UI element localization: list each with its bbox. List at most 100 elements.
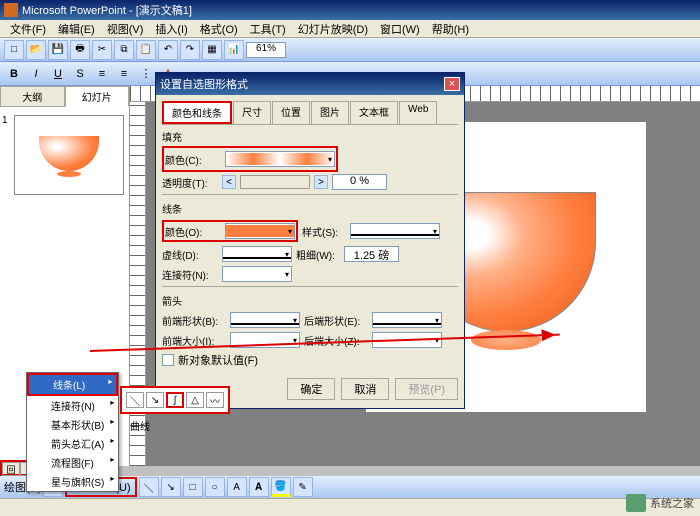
fill-color-icon[interactable]: 🪣 (271, 477, 291, 497)
label-fill-color: 颜色(C): (165, 152, 221, 167)
menu-help[interactable]: 帮助(H) (428, 20, 473, 38)
tab-slides[interactable]: 幻灯片 (65, 86, 130, 107)
menu-block-arrows[interactable]: 箭头总汇(A) (27, 434, 118, 453)
slide-number: 1 (0, 107, 10, 203)
cut-icon[interactable]: ✂ (92, 40, 112, 60)
label-begin-style: 前端形状(B): (162, 313, 226, 328)
save-icon[interactable]: 💾 (48, 40, 68, 60)
label-transparency: 透明度(T): (162, 175, 218, 190)
fill-color-combo[interactable] (225, 151, 335, 167)
copy-icon[interactable]: ⧉ (114, 40, 134, 60)
chart-icon[interactable]: 📊 (224, 40, 244, 60)
connector-combo[interactable] (222, 266, 292, 282)
watermark-icon (626, 494, 646, 512)
slider-right-icon[interactable]: > (314, 175, 328, 189)
tab-colors-lines[interactable]: 颜色和线条 (162, 101, 232, 124)
zoom-combo[interactable]: 61% (246, 42, 286, 58)
wordart-icon[interactable]: 𝐀 (249, 477, 269, 497)
align-left-icon[interactable]: ≡ (92, 65, 112, 83)
watermark: 系统之家 (626, 494, 694, 512)
curve-tool-icon[interactable]: ∫ (166, 392, 184, 408)
paste-icon[interactable]: 📋 (136, 40, 156, 60)
tab-size[interactable]: 尺寸 (233, 101, 271, 124)
label-line-color: 颜色(O): (165, 224, 221, 239)
transparency-value[interactable]: 0 % (332, 174, 387, 190)
group-fill: 填充 (162, 125, 458, 146)
tab-picture[interactable]: 图片 (311, 101, 349, 124)
open-icon[interactable]: 📂 (26, 40, 46, 60)
bowl-base-thumb (57, 171, 81, 177)
app-icon (4, 3, 18, 17)
status-bar (0, 498, 700, 516)
dash-swatch (223, 257, 291, 259)
menu-tools[interactable]: 工具(T) (246, 20, 290, 38)
preview-button[interactable]: 预览(P) (395, 378, 458, 400)
watermark-text: 系统之家 (650, 495, 694, 511)
label-end-style: 后端形状(E): (304, 313, 368, 328)
bullets-icon[interactable]: ⋮ (136, 65, 156, 83)
arrow-icon[interactable]: ↘ (161, 477, 181, 497)
tab-position[interactable]: 位置 (272, 101, 310, 124)
begin-style-combo[interactable] (230, 312, 300, 328)
undo-icon[interactable]: ↶ (158, 40, 178, 60)
new-icon[interactable]: □ (4, 40, 24, 60)
print-icon[interactable]: 🖶 (70, 40, 90, 60)
textbox-icon[interactable]: A (227, 477, 247, 497)
menu-flowchart[interactable]: 流程图(F) (27, 453, 118, 472)
oval-icon[interactable]: ○ (205, 477, 225, 497)
end-style-combo[interactable] (372, 312, 442, 328)
group-arrows: 箭头 (162, 289, 458, 310)
menu-connectors[interactable]: 连接符(N) (27, 396, 118, 415)
arrow-tool-icon[interactable]: ↘ (146, 392, 164, 408)
slider-left-icon[interactable]: < (222, 175, 236, 189)
dialog-titlebar[interactable]: 设置自选图形格式 × (156, 73, 464, 95)
tab-web[interactable]: Web (399, 101, 437, 124)
table-icon[interactable]: ▦ (202, 40, 222, 60)
tab-outline[interactable]: 大纲 (0, 86, 65, 107)
freeform-icon[interactable]: △ (186, 392, 204, 408)
menu-window[interactable]: 窗口(W) (376, 20, 424, 38)
menu-basic-shapes[interactable]: 基本形状(B) (27, 415, 118, 434)
dashed-combo[interactable] (222, 246, 292, 262)
menu-edit[interactable]: 编辑(E) (54, 20, 99, 38)
label-weight: 粗细(W): (296, 247, 340, 262)
app-title: Microsoft PowerPoint - [演示文稿1] (22, 2, 192, 18)
line-color-btn-icon[interactable]: ✎ (293, 477, 313, 497)
bold-icon[interactable]: B (4, 65, 24, 83)
line-style-combo[interactable] (350, 223, 440, 239)
menu-bar: 文件(F) 编辑(E) 视图(V) 插入(I) 格式(O) 工具(T) 幻灯片放… (0, 20, 700, 38)
menu-view[interactable]: 视图(V) (103, 20, 148, 38)
menu-stars[interactable]: 星与旗帜(S) (27, 472, 118, 491)
menu-slideshow[interactable]: 幻灯片放映(D) (294, 20, 372, 38)
close-icon[interactable]: × (444, 77, 460, 91)
transparency-slider[interactable] (240, 175, 310, 189)
scribble-icon[interactable]: 〰 (206, 392, 224, 408)
italic-icon[interactable]: I (26, 65, 46, 83)
slide-thumbnail[interactable] (14, 115, 124, 195)
weight-spinner[interactable]: 1.25 磅 (344, 246, 399, 262)
shadow-icon[interactable]: S (70, 65, 90, 83)
menu-lines[interactable]: 线条(L) (27, 373, 118, 396)
ok-button[interactable]: 确定 (287, 378, 335, 400)
line-tool-icon[interactable]: ＼ (126, 392, 144, 408)
line-icon[interactable]: ＼ (139, 477, 159, 497)
bowl-base-shape[interactable] (471, 330, 541, 350)
label-style: 样式(S): (302, 224, 346, 239)
rectangle-icon[interactable]: □ (183, 477, 203, 497)
underline-icon[interactable]: U (48, 65, 68, 83)
standard-toolbar: □ 📂 💾 🖶 ✂ ⧉ 📋 ↶ ↷ ▦ 📊 61% (0, 38, 700, 62)
label-connector: 连接符(N): (162, 267, 218, 282)
normal-view-icon[interactable]: 回 (2, 462, 20, 476)
align-center-icon[interactable]: ≡ (114, 65, 134, 83)
line-color-combo[interactable] (225, 223, 295, 239)
pane-tabs: 大纲 幻灯片 (0, 86, 129, 107)
tab-textbox[interactable]: 文本框 (350, 101, 398, 124)
redo-icon[interactable]: ↷ (180, 40, 200, 60)
menu-insert[interactable]: 插入(I) (151, 20, 191, 38)
default-checkbox[interactable] (162, 354, 174, 366)
cancel-button[interactable]: 取消 (341, 378, 389, 400)
arrow-swatch (231, 323, 299, 325)
menu-file[interactable]: 文件(F) (6, 20, 50, 38)
menu-format[interactable]: 格式(O) (196, 20, 242, 38)
label-default: 新对象默认值(F) (178, 352, 258, 368)
